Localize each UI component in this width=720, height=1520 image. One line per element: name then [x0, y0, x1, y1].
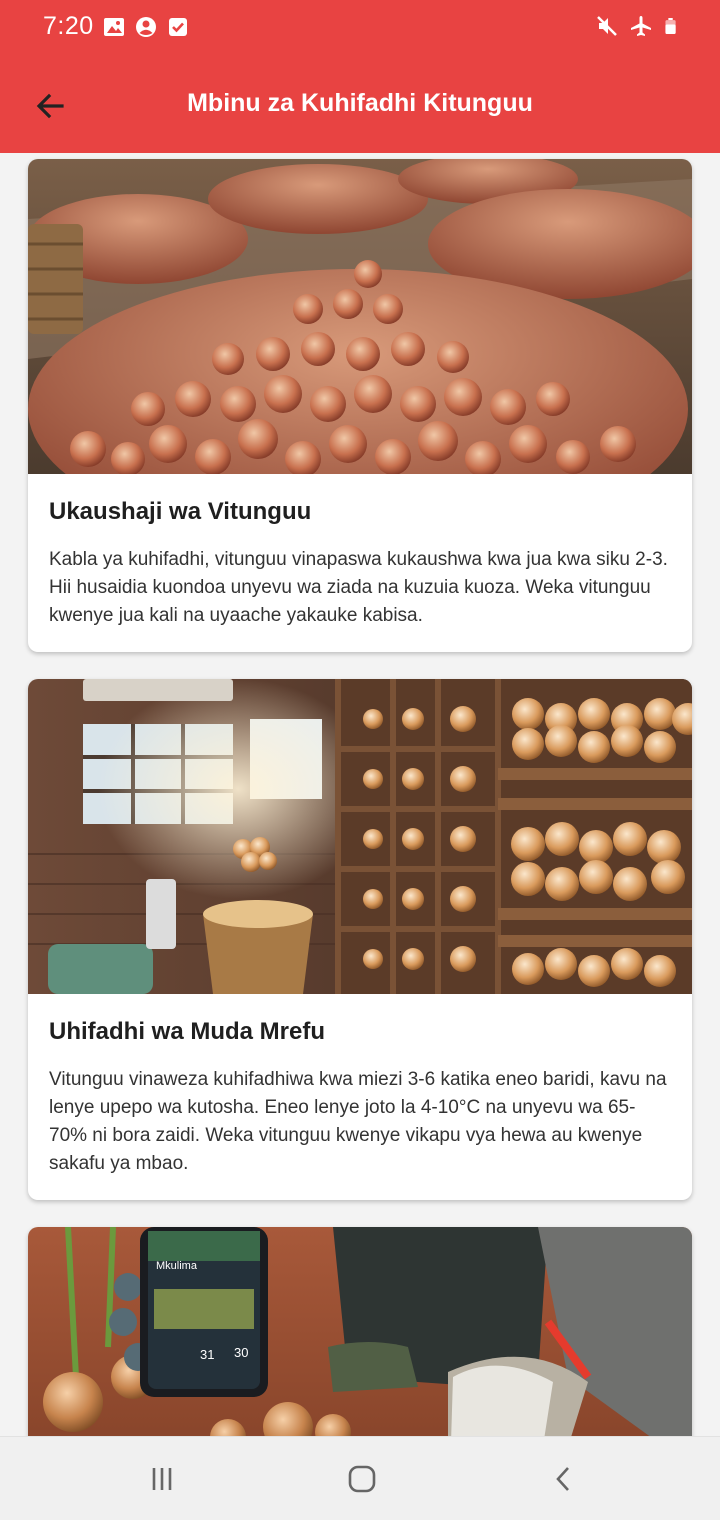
battery-icon [665, 18, 676, 34]
phone-stat-2: 30 [234, 1345, 248, 1360]
nav-back-button[interactable] [542, 1459, 586, 1499]
card-description: Kabla ya kuhifadhi, vitunguu vinapaswa k… [49, 549, 668, 626]
card-title: Uhifadhi wa Muda Mrefu [49, 1018, 325, 1045]
image-icon [104, 18, 124, 36]
status-system-icons [596, 15, 680, 37]
home-button[interactable] [340, 1459, 384, 1499]
account-circle-icon [136, 17, 156, 37]
system-nav-bar [0, 1436, 720, 1520]
airplane-icon [631, 16, 651, 36]
status-bar: 7:20 [0, 0, 720, 58]
onion-drying-image [28, 159, 692, 474]
card-long-term-storage[interactable]: Uhifadhi wa Muda Mrefu Vitunguu vinaweza… [28, 679, 692, 1200]
recent-apps-button[interactable] [140, 1459, 184, 1499]
card-monitoring[interactable]: Mkulima 31 30 [28, 1227, 692, 1436]
onion-storage-room-image [28, 679, 692, 994]
app-bar: Mbinu za Kuhifadhi Kitunguu [0, 58, 720, 153]
page-title: Mbinu za Kuhifadhi Kitunguu [187, 89, 533, 117]
back-icon [556, 1467, 569, 1491]
checkbox-icon [169, 18, 187, 36]
mute-icon [597, 16, 617, 36]
content-scroll[interactable]: Ukaushaji wa Vitunguu Kabla ya kuhifadhi… [0, 153, 720, 1436]
card-title: Ukaushaji wa Vitunguu [49, 498, 312, 525]
home-icon [348, 1465, 376, 1493]
recent-apps-icon [152, 1468, 172, 1490]
status-notification-icons [103, 16, 189, 38]
phone-stat-1: 31 [200, 1347, 214, 1362]
card-description: Vitunguu vinaweza kuhifadhiwa kwa miezi … [49, 1069, 667, 1174]
card-drying[interactable]: Ukaushaji wa Vitunguu Kabla ya kuhifadhi… [28, 159, 692, 652]
phone-app-name: Mkulima [156, 1260, 198, 1272]
status-time: 7:20 [43, 12, 94, 40]
onion-field-phone-image: Mkulima 31 30 [28, 1227, 692, 1436]
